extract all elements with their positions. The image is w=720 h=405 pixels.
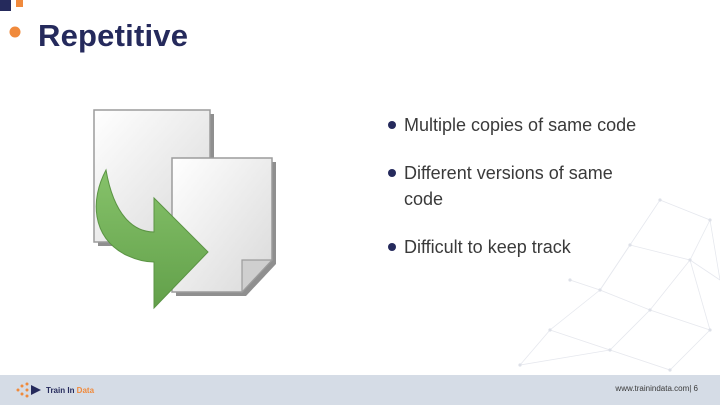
logo-text-main: Train In bbox=[46, 385, 77, 395]
bullet-list: Multiple copies of same code Different v… bbox=[388, 112, 648, 282]
slide-title: Repetitive bbox=[38, 18, 189, 53]
bullet-text: Difficult to keep track bbox=[404, 237, 571, 257]
logo-text: Train In Data bbox=[46, 386, 94, 395]
bullet-item: Different versions of same code bbox=[388, 160, 648, 212]
bullet-dot bbox=[388, 121, 396, 129]
bullet-dot bbox=[388, 243, 396, 251]
train-in-data-logo: Train In Data bbox=[14, 381, 94, 399]
footer-bar: Train In Data www.trainindata.com| 6 bbox=[0, 375, 720, 405]
copy-documents-icon bbox=[93, 109, 276, 310]
corner-decoration bbox=[0, 0, 23, 38]
bullet-item: Multiple copies of same code bbox=[388, 112, 648, 138]
footer-info: www.trainindata.com| 6 bbox=[615, 384, 698, 393]
logo-mark-icon bbox=[16, 382, 41, 398]
bullet-dot bbox=[388, 169, 396, 177]
slide: Repetitive Multiple copies of same code … bbox=[0, 0, 720, 405]
bullet-item: Difficult to keep track bbox=[388, 234, 648, 260]
page-number: 6 bbox=[693, 384, 698, 393]
logo-text-accent: Data bbox=[76, 385, 95, 395]
bullet-text: Different versions of same code bbox=[404, 163, 613, 209]
footer-separator: | bbox=[689, 384, 692, 393]
footer-url[interactable]: www.trainindata.com bbox=[615, 384, 689, 393]
bullet-text: Multiple copies of same code bbox=[404, 115, 637, 135]
